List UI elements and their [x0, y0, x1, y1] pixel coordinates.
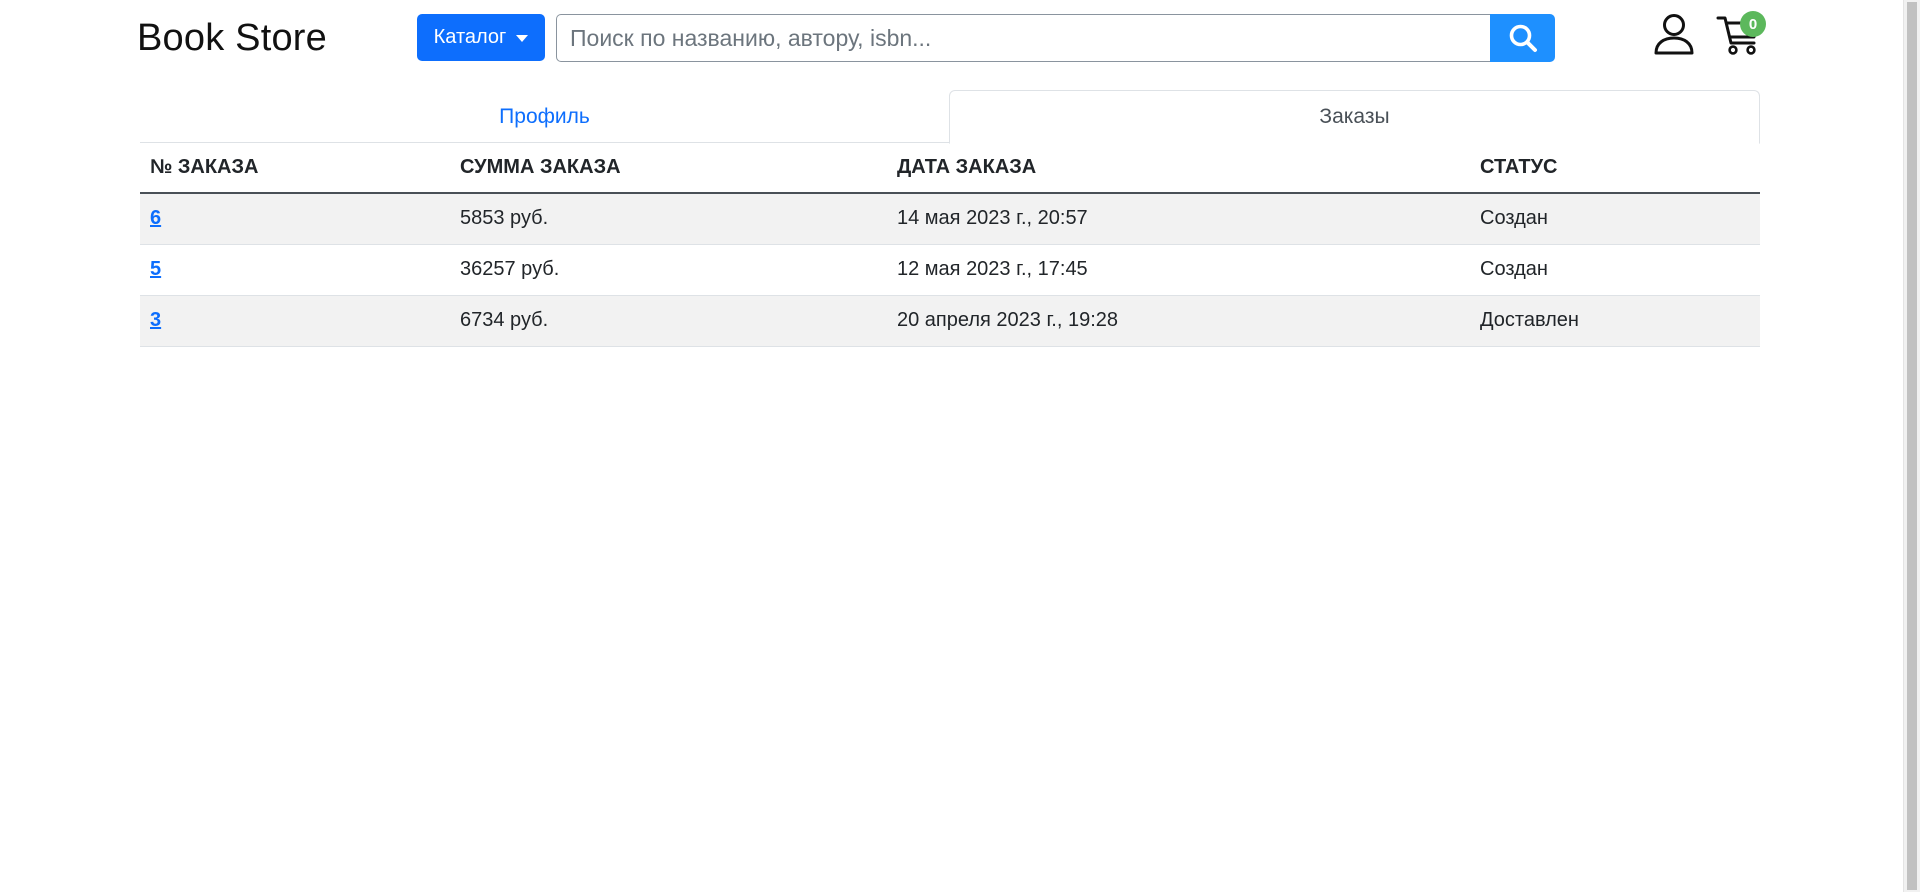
search-button[interactable] [1490, 14, 1555, 62]
order-link[interactable]: 5 [150, 258, 161, 280]
order-date-cell: 14 мая 2023 г., 20:57 [887, 193, 1470, 245]
table-row: 3 6734 руб. 20 апреля 2023 г., 19:28 Дос… [140, 295, 1760, 347]
search-icon [1509, 24, 1537, 52]
order-number-cell: 3 [140, 295, 450, 347]
order-status-cell: Создан [1470, 244, 1760, 296]
table-row: 6 5853 руб. 14 мая 2023 г., 20:57 Создан [140, 193, 1760, 245]
site-header: Book Store Каталог 0 [0, 0, 1900, 76]
search-input[interactable] [556, 14, 1490, 62]
column-header-order-number: № ЗАКАЗА [140, 143, 450, 194]
tab-profile[interactable]: Профиль [140, 90, 949, 143]
order-link[interactable]: 3 [150, 309, 161, 331]
order-status-cell: Создан [1470, 193, 1760, 245]
caret-down-icon [516, 35, 529, 42]
order-total-cell: 36257 руб. [450, 244, 887, 296]
order-link[interactable]: 6 [150, 207, 161, 229]
user-icon[interactable] [1652, 12, 1696, 56]
scrollbar-thumb[interactable] [1907, 2, 1917, 890]
order-number-cell: 5 [140, 244, 450, 296]
order-status-cell: Доставлен [1470, 295, 1760, 347]
brand-logo[interactable]: Book Store [137, 14, 327, 62]
orders-table: № ЗАКАЗА СУММА ЗАКАЗА ДАТА ЗАКАЗА СТАТУС… [140, 143, 1760, 347]
catalog-button-label: Каталог [433, 26, 507, 48]
vertical-scrollbar[interactable] [1903, 0, 1920, 892]
column-header-status: СТАТУС [1470, 143, 1760, 194]
order-number-cell: 6 [140, 193, 450, 245]
table-header-row: № ЗАКАЗА СУММА ЗАКАЗА ДАТА ЗАКАЗА СТАТУС [140, 143, 1760, 194]
cart-count-badge: 0 [1740, 11, 1766, 37]
search-bar [556, 14, 1555, 62]
tab-orders[interactable]: Заказы [949, 90, 1760, 144]
catalog-dropdown-button[interactable]: Каталог [417, 14, 545, 61]
table-row: 5 36257 руб. 12 мая 2023 г., 17:45 Созда… [140, 244, 1760, 296]
account-tabs: Профиль Заказы [140, 90, 1760, 144]
column-header-order-date: ДАТА ЗАКАЗА [887, 143, 1470, 194]
order-date-cell: 20 апреля 2023 г., 19:28 [887, 295, 1470, 347]
order-date-cell: 12 мая 2023 г., 17:45 [887, 244, 1470, 296]
order-total-cell: 6734 руб. [450, 295, 887, 347]
page: Book Store Каталог 0 Проф [0, 0, 1920, 892]
order-total-cell: 5853 руб. [450, 193, 887, 245]
column-header-order-total: СУММА ЗАКАЗА [450, 143, 887, 194]
